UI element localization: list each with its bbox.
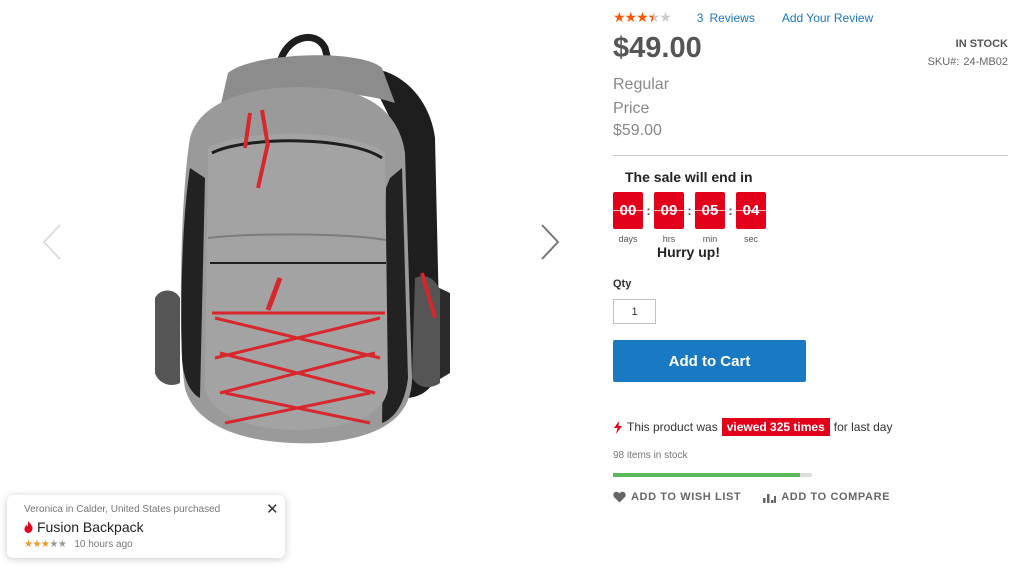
notification-buyer: Veronica in Calder, United States purcha… xyxy=(24,504,221,515)
product-price: $49.00 xyxy=(613,32,702,64)
add-review-link[interactable]: Add Your Review xyxy=(782,11,873,25)
close-icon[interactable]: ✕ xyxy=(266,500,279,518)
sale-countdown-title: The sale will end in xyxy=(625,169,753,185)
product-sku: SKU#: 24-MB02 xyxy=(927,56,1008,68)
product-actions: ADD TO WISH LIST ADD TO COMPARE xyxy=(613,491,890,503)
product-gallery xyxy=(0,0,590,579)
heart-icon xyxy=(613,491,626,503)
sale-countdown: 00 days : 09 hrs : 05 min : 04 sec xyxy=(613,192,766,244)
product-info: ★★★★★★ 3Reviews Add Your Review $49.00 I… xyxy=(613,0,1008,579)
product-image xyxy=(155,33,450,444)
add-to-compare-link[interactable]: ADD TO COMPARE xyxy=(763,491,890,503)
notification-product-name: Fusion Backpack xyxy=(37,519,144,535)
viewed-count-badge: viewed 325 times xyxy=(721,418,830,436)
notification-meta: ★★★★★ 10 hours ago xyxy=(24,539,133,550)
stock-progress-fill xyxy=(613,473,801,477)
countdown-separator: : xyxy=(646,203,651,218)
regular-price-label: Regular Price xyxy=(613,76,670,117)
countdown-days: 00 days xyxy=(613,192,643,244)
rating-summary: ★★★★★★ 3Reviews Add Your Review xyxy=(613,9,873,26)
hurry-text: Hurry up! xyxy=(657,244,720,260)
stock-count: 98 items in stock xyxy=(613,450,688,461)
qty-label: Qty xyxy=(613,278,632,290)
countdown-separator: : xyxy=(687,203,692,218)
notification-time: 10 hours ago xyxy=(74,539,133,550)
reviews-link[interactable]: 3 Reviews xyxy=(697,11,755,25)
bolt-icon xyxy=(614,420,622,434)
notification-product[interactable]: Fusion Backpack xyxy=(24,519,144,535)
bar-chart-icon xyxy=(763,494,777,503)
chevron-right-icon[interactable] xyxy=(538,222,562,262)
add-to-wishlist-link[interactable]: ADD TO WISH LIST xyxy=(613,491,741,503)
countdown-minutes: 05 min xyxy=(695,192,725,244)
flame-icon xyxy=(24,521,33,533)
rating-stars: ★★★★★★ xyxy=(613,9,672,25)
stock-status: IN STOCK xyxy=(955,38,1008,50)
viewed-notice: This product was viewed 325 times for la… xyxy=(613,418,892,436)
stock-progress-bar xyxy=(613,473,812,477)
qty-input[interactable] xyxy=(613,299,656,324)
countdown-hours: 09 hrs xyxy=(654,192,684,244)
divider xyxy=(613,155,1008,156)
countdown-separator: : xyxy=(728,203,733,218)
chevron-left-icon[interactable] xyxy=(40,222,64,262)
regular-price: $59.00 xyxy=(613,122,662,139)
countdown-seconds: 04 sec xyxy=(736,192,766,244)
purchase-notification[interactable]: Veronica in Calder, United States purcha… xyxy=(7,495,285,558)
notification-rating: ★★★★★ xyxy=(24,539,67,550)
add-to-cart-button[interactable]: Add to Cart xyxy=(613,340,806,382)
